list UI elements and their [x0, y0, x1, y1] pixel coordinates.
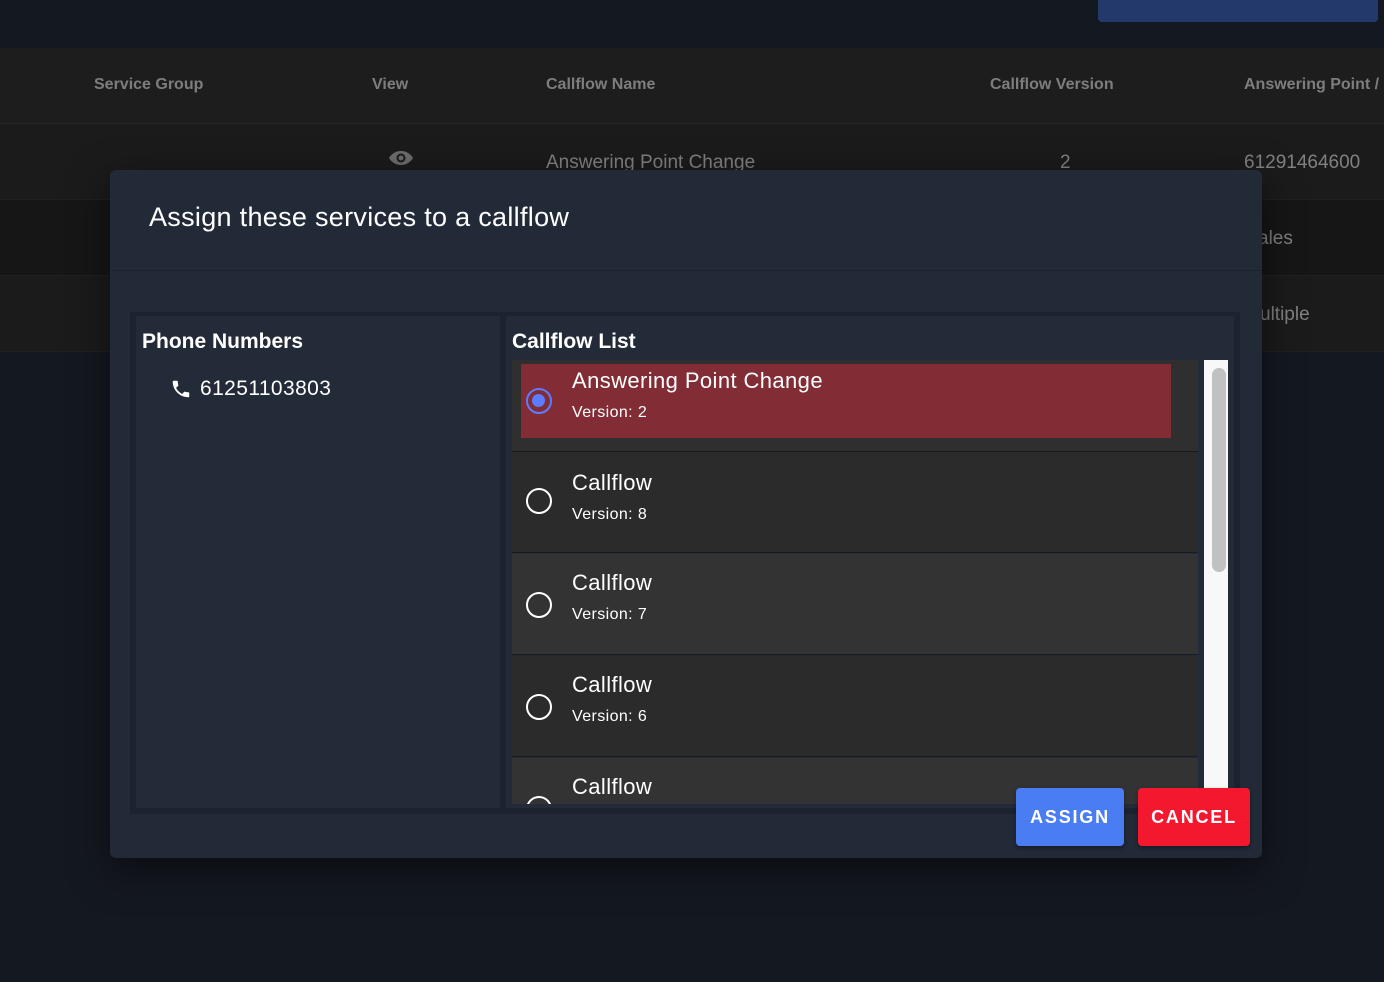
list-item[interactable]: Answering Point Change Version: 2	[512, 360, 1198, 452]
assign-callflow-dialog: Assign these services to a callflow Phon…	[110, 170, 1262, 858]
callflow-list[interactable]: Answering Point Change Version: 2 Callfl…	[512, 360, 1228, 804]
callflow-name: Callflow	[572, 672, 653, 697]
callflow-version: Version: 2	[572, 404, 648, 421]
list-item[interactable]: Callflow Version: 6	[512, 656, 1198, 757]
callflow-name: Callflow	[572, 774, 653, 799]
dialog-content: Phone Numbers 61251103803 Callflow List …	[130, 312, 1240, 814]
callflow-name: Answering Point Change	[572, 368, 823, 393]
scrollbar[interactable]	[1204, 360, 1228, 804]
list-item[interactable]: Callflow Version: 8	[512, 452, 1198, 553]
callflow-name: Callflow	[572, 470, 653, 495]
callflow-name: Callflow	[572, 570, 653, 595]
dialog-title: Assign these services to a callflow	[149, 202, 570, 232]
phone-icon	[172, 380, 190, 398]
cancel-button[interactable]: CANCEL	[1138, 788, 1250, 846]
radio-button[interactable]	[526, 488, 552, 514]
scrollbar-thumb[interactable]	[1212, 368, 1226, 572]
phone-numbers-panel: Phone Numbers 61251103803	[136, 316, 500, 808]
radio-button[interactable]	[526, 694, 552, 720]
phone-numbers-title: Phone Numbers	[142, 330, 304, 353]
callflow-version: Version: 8	[572, 506, 648, 523]
radio-button[interactable]	[526, 592, 552, 618]
radio-button[interactable]	[526, 796, 552, 804]
callflow-version: Version: 7	[572, 606, 648, 623]
list-item[interactable]: Callflow Version: 7	[512, 554, 1198, 655]
radio-button[interactable]	[526, 388, 552, 414]
phone-number: 61251103803	[200, 377, 332, 400]
callflow-version: Version: 6	[572, 708, 648, 725]
phone-number-item: 61251103803	[170, 374, 331, 404]
assign-button[interactable]: ASSIGN	[1016, 788, 1124, 846]
callflow-list-title: Callflow List	[512, 330, 636, 353]
callflow-list-panel: Callflow List Answering Point Change Ver…	[506, 316, 1234, 808]
dialog-divider	[110, 270, 1262, 271]
